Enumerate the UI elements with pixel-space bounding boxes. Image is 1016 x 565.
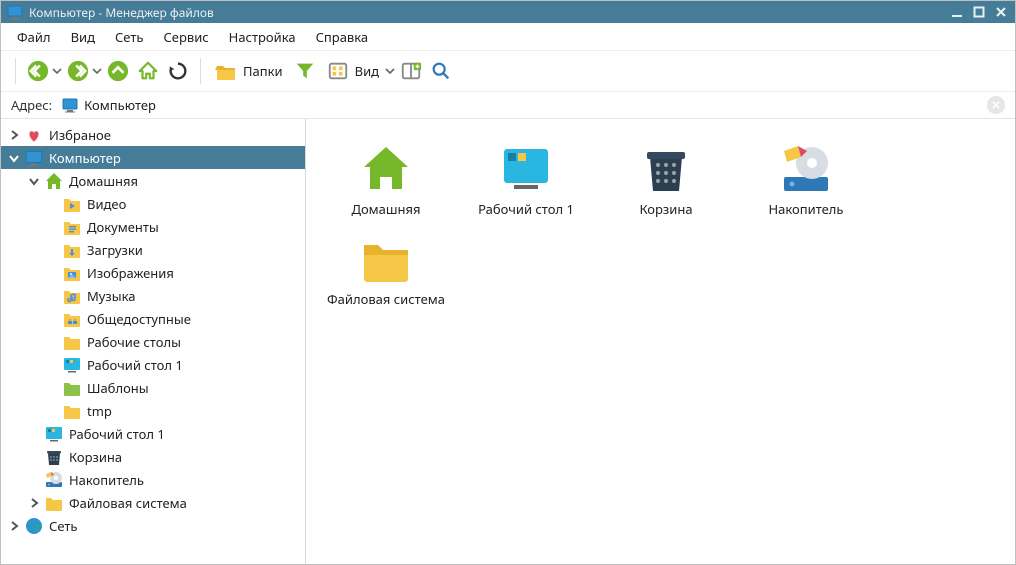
tree-videos[interactable]: Видео bbox=[1, 192, 305, 215]
dual-pane-button[interactable] bbox=[397, 57, 425, 85]
folders-panel-toggle[interactable]: Папки bbox=[209, 57, 289, 85]
forward-history-dropdown[interactable] bbox=[92, 57, 102, 85]
titlebar[interactable]: Компьютер - Менеджер файлов bbox=[1, 1, 1015, 23]
home-button[interactable] bbox=[134, 57, 162, 85]
expand-icon[interactable] bbox=[7, 128, 21, 142]
heart-icon bbox=[25, 126, 43, 144]
tree-panel: Избраное Компьютер Домаш bbox=[1, 119, 306, 564]
home-icon bbox=[360, 143, 412, 195]
item-trash[interactable]: Корзина bbox=[600, 139, 732, 221]
tree-desktop1-root[interactable]: Рабочий стол 1 bbox=[1, 422, 305, 445]
minimize-button[interactable] bbox=[949, 4, 965, 20]
toolbar: Папки Вид bbox=[1, 51, 1015, 91]
tree-documents[interactable]: Документы bbox=[1, 215, 305, 238]
view-label: Вид bbox=[355, 62, 379, 80]
item-drive[interactable]: Накопитель bbox=[740, 139, 872, 221]
refresh-button[interactable] bbox=[164, 57, 192, 85]
desktop-icon bbox=[63, 356, 81, 374]
menu-service[interactable]: Сервис bbox=[155, 25, 216, 49]
documents-folder-icon bbox=[63, 218, 81, 236]
item-home[interactable]: Домашняя bbox=[320, 139, 452, 221]
view-mode-dropdown[interactable] bbox=[385, 57, 395, 85]
collapse-icon[interactable] bbox=[7, 151, 21, 165]
templates-folder-icon bbox=[63, 379, 81, 397]
tree-desktops[interactable]: Рабочие столы bbox=[1, 330, 305, 353]
tree-public[interactable]: Общедоступные bbox=[1, 307, 305, 330]
tree-drive[interactable]: Накопитель bbox=[1, 468, 305, 491]
tree-trash[interactable]: Корзина bbox=[1, 445, 305, 468]
back-button[interactable] bbox=[24, 57, 52, 85]
expand-icon[interactable] bbox=[7, 519, 21, 533]
address-clear-button[interactable] bbox=[987, 96, 1005, 114]
trash-icon bbox=[640, 143, 692, 195]
tree-downloads[interactable]: Загрузки bbox=[1, 238, 305, 261]
desktop-icon bbox=[45, 425, 63, 443]
tree-desktop1[interactable]: Рабочий стол 1 bbox=[1, 353, 305, 376]
tree-favorites[interactable]: Избраное bbox=[1, 123, 305, 146]
maximize-button[interactable] bbox=[971, 4, 987, 20]
folder-icon bbox=[360, 233, 412, 285]
folder-icon bbox=[45, 494, 63, 512]
filter-button[interactable] bbox=[291, 57, 319, 85]
folders-label: Папки bbox=[243, 62, 283, 80]
content-panel[interactable]: Домашняя Рабочий стол 1 Корзина Накопите… bbox=[306, 119, 1015, 564]
trash-icon bbox=[45, 448, 63, 466]
desktop-icon bbox=[500, 143, 552, 195]
item-filesystem[interactable]: Файловая система bbox=[320, 229, 452, 311]
drive-icon bbox=[780, 143, 832, 195]
folder-icon bbox=[63, 402, 81, 420]
search-button[interactable] bbox=[427, 57, 455, 85]
pictures-folder-icon bbox=[63, 264, 81, 282]
close-button[interactable] bbox=[993, 4, 1009, 20]
drive-icon bbox=[45, 471, 63, 489]
item-desktop1[interactable]: Рабочий стол 1 bbox=[460, 139, 592, 221]
address-label: Адрес: bbox=[11, 96, 52, 114]
network-icon bbox=[25, 517, 43, 535]
downloads-folder-icon bbox=[63, 241, 81, 259]
tree-music[interactable]: Музыка bbox=[1, 284, 305, 307]
folder-icon bbox=[63, 333, 81, 351]
menu-help[interactable]: Справка bbox=[308, 25, 377, 49]
address-text: Компьютер bbox=[84, 96, 156, 114]
address-bar: Адрес: Компьютер bbox=[1, 91, 1015, 119]
tree-templates[interactable]: Шаблоны bbox=[1, 376, 305, 399]
forward-button[interactable] bbox=[64, 57, 92, 85]
tree-computer[interactable]: Компьютер bbox=[1, 146, 305, 169]
expand-icon[interactable] bbox=[27, 496, 41, 510]
menu-file[interactable]: Файл bbox=[9, 25, 59, 49]
tree-home[interactable]: Домашняя bbox=[1, 169, 305, 192]
view-mode-button[interactable]: Вид bbox=[321, 57, 385, 85]
public-folder-icon bbox=[63, 310, 81, 328]
address-field[interactable]: Компьютер bbox=[58, 94, 981, 116]
computer-icon bbox=[25, 149, 43, 167]
videos-folder-icon bbox=[63, 195, 81, 213]
tree-network[interactable]: Сеть bbox=[1, 514, 305, 537]
collapse-icon[interactable] bbox=[27, 174, 41, 188]
menu-settings[interactable]: Настройка bbox=[221, 25, 304, 49]
menu-view[interactable]: Вид bbox=[63, 25, 103, 49]
menubar: Файл Вид Сеть Сервис Настройка Справка bbox=[1, 23, 1015, 51]
tree-filesystem[interactable]: Файловая система bbox=[1, 491, 305, 514]
back-history-dropdown[interactable] bbox=[52, 57, 62, 85]
home-icon bbox=[45, 172, 63, 190]
music-folder-icon bbox=[63, 287, 81, 305]
window-title: Компьютер - Менеджер файлов bbox=[29, 4, 214, 21]
app-icon bbox=[7, 4, 23, 20]
tree-tmp[interactable]: tmp bbox=[1, 399, 305, 422]
menu-network[interactable]: Сеть bbox=[107, 25, 151, 49]
computer-icon bbox=[62, 97, 78, 113]
tree-pictures[interactable]: Изображения bbox=[1, 261, 305, 284]
up-button[interactable] bbox=[104, 57, 132, 85]
